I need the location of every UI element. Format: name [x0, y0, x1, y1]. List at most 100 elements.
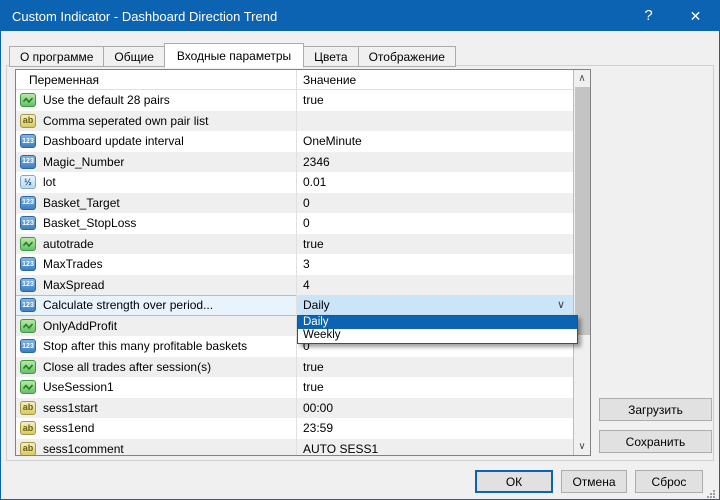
- save-button[interactable]: Сохранить: [599, 430, 712, 453]
- param-value-cell[interactable]: true ∨: [297, 357, 573, 378]
- bool-type-icon: [20, 237, 36, 251]
- param-name: lot: [43, 175, 56, 189]
- int-type-icon: 123: [20, 278, 36, 292]
- tab[interactable]: О программе: [9, 46, 104, 67]
- param-value-cell[interactable]: 4 ∨: [297, 275, 573, 296]
- param-name: Calculate strength over period...: [43, 298, 213, 312]
- param-row[interactable]: ab Comma seperated own pair list ∨: [16, 111, 573, 132]
- tab[interactable]: Отображение: [358, 46, 456, 67]
- param-row[interactable]: autotrade true ∨: [16, 234, 573, 255]
- help-button[interactable]: ?: [625, 1, 672, 31]
- param-value-cell[interactable]: true ∨: [297, 377, 573, 398]
- scroll-up-icon[interactable]: ∧: [574, 70, 590, 87]
- param-value-cell[interactable]: OneMinute ∨: [297, 131, 573, 152]
- param-value-cell[interactable]: 3 ∨: [297, 254, 573, 275]
- dropdown-option[interactable]: Weekly: [298, 329, 577, 343]
- tab[interactable]: Общие: [103, 46, 164, 67]
- param-row[interactable]: UseSession1 true ∨: [16, 377, 573, 398]
- cancel-button[interactable]: Отмена: [561, 470, 627, 493]
- param-row[interactable]: 123 Dashboard update interval OneMinute …: [16, 131, 573, 152]
- tab-bar: О программе Общие Входные параметры Цвет…: [10, 43, 456, 67]
- chevron-down-icon[interactable]: ∨: [557, 295, 565, 315]
- int-type-icon: 123: [20, 216, 36, 230]
- dropdown-list: Daily Weekly: [297, 315, 578, 344]
- param-value-cell[interactable]: true ∨: [297, 234, 573, 255]
- param-row[interactable]: 123 Magic_Number 2346 ∨: [16, 152, 573, 173]
- bool-type-icon: [20, 360, 36, 374]
- param-row[interactable]: ½ lot 0.01 ∨: [16, 172, 573, 193]
- param-value: 0: [303, 196, 310, 210]
- param-name: Stop after this many profitable baskets: [43, 339, 247, 353]
- param-name: sess1comment: [43, 442, 124, 455]
- param-name: MaxSpread: [43, 278, 104, 292]
- param-row[interactable]: Close all trades after session(s) true ∨: [16, 357, 573, 378]
- ok-button[interactable]: ОК: [475, 470, 553, 493]
- param-value-cell[interactable]: 00:00 ∨: [297, 398, 573, 419]
- table-body: Use the default 28 pairs true ∨ ab Comma…: [16, 90, 573, 455]
- dropdown-option[interactable]: Daily: [298, 316, 577, 330]
- param-value: 0: [303, 216, 310, 230]
- bool-type-icon: [20, 319, 36, 333]
- param-value-cell[interactable]: 0.01 ∨: [297, 172, 573, 193]
- close-button[interactable]: ✕: [672, 1, 719, 31]
- str-type-icon: ab: [20, 421, 36, 435]
- param-value-cell[interactable]: Daily ∨: [297, 295, 573, 316]
- int-type-icon: 123: [20, 196, 36, 210]
- int-type-icon: 123: [20, 257, 36, 271]
- param-name: MaxTrades: [43, 257, 103, 271]
- scroll-down-icon[interactable]: ∨: [574, 438, 590, 455]
- param-value-cell[interactable]: ∨: [297, 111, 573, 132]
- param-value: OneMinute: [303, 134, 362, 148]
- param-value: true: [303, 380, 324, 394]
- column-header-value[interactable]: Значение: [297, 70, 590, 89]
- load-button[interactable]: Загрузить: [599, 398, 712, 421]
- param-row[interactable]: Use the default 28 pairs true ∨: [16, 90, 573, 111]
- param-row[interactable]: ab sess1end 23:59 ∨: [16, 418, 573, 439]
- param-name: sess1end: [43, 421, 94, 435]
- param-value: 00:00: [303, 401, 333, 415]
- int-type-icon: 123: [20, 298, 36, 312]
- dialog-window: Custom Indicator - Dashboard Direction T…: [0, 0, 720, 500]
- param-name: OnlyAddProfit: [43, 319, 117, 333]
- param-name: UseSession1: [43, 380, 114, 394]
- param-name: Close all trades after session(s): [43, 360, 211, 374]
- param-value-cell[interactable]: 2346 ∨: [297, 152, 573, 173]
- param-value-cell[interactable]: AUTO SESS1 ∨: [297, 439, 573, 456]
- param-row[interactable]: 123 MaxSpread 4 ∨: [16, 275, 573, 296]
- param-value-cell[interactable]: 23:59 ∨: [297, 418, 573, 439]
- reset-button[interactable]: Сброс: [635, 470, 703, 493]
- param-row[interactable]: 123 MaxTrades 3 ∨: [16, 254, 573, 275]
- param-row[interactable]: ab sess1comment AUTO SESS1 ∨: [16, 439, 573, 456]
- param-value: AUTO SESS1: [303, 442, 378, 455]
- str-type-icon: ab: [20, 401, 36, 415]
- param-name: Comma seperated own pair list: [43, 114, 208, 128]
- param-value: 0.01: [303, 175, 326, 189]
- scrollbar-thumb[interactable]: [575, 87, 590, 335]
- int-type-icon: 123: [20, 155, 36, 169]
- param-value-cell[interactable]: true ∨: [297, 90, 573, 111]
- str-type-icon: ab: [20, 114, 36, 128]
- param-name: autotrade: [43, 237, 94, 251]
- param-value: Daily: [303, 298, 330, 312]
- dbl-type-icon: ½: [20, 175, 36, 189]
- param-row[interactable]: 123 Basket_StopLoss 0 ∨: [16, 213, 573, 234]
- param-name: Basket_StopLoss: [43, 216, 136, 230]
- bool-type-icon: [20, 93, 36, 107]
- param-name: Magic_Number: [43, 155, 124, 169]
- param-row[interactable]: ab sess1start 00:00 ∨: [16, 398, 573, 419]
- title-bar: Custom Indicator - Dashboard Direction T…: [1, 1, 719, 31]
- window-title: Custom Indicator - Dashboard Direction T…: [1, 9, 625, 24]
- column-header-variable[interactable]: Переменная: [16, 70, 297, 89]
- resize-grip-icon[interactable]: [705, 486, 716, 497]
- vertical-scrollbar[interactable]: ∧ ∨: [573, 70, 590, 455]
- param-value-cell[interactable]: 0 ∨: [297, 213, 573, 234]
- param-value: 2346: [303, 155, 330, 169]
- param-value: 23:59: [303, 421, 333, 435]
- tab[interactable]: Цвета: [303, 46, 358, 67]
- param-name: Use the default 28 pairs: [43, 93, 170, 107]
- param-row[interactable]: 123 Basket_Target 0 ∨: [16, 193, 573, 214]
- param-name: Basket_Target: [43, 196, 120, 210]
- tab[interactable]: Входные параметры: [164, 43, 304, 68]
- param-row[interactable]: 123 Calculate strength over period... Da…: [16, 295, 573, 316]
- param-value-cell[interactable]: 0 ∨: [297, 193, 573, 214]
